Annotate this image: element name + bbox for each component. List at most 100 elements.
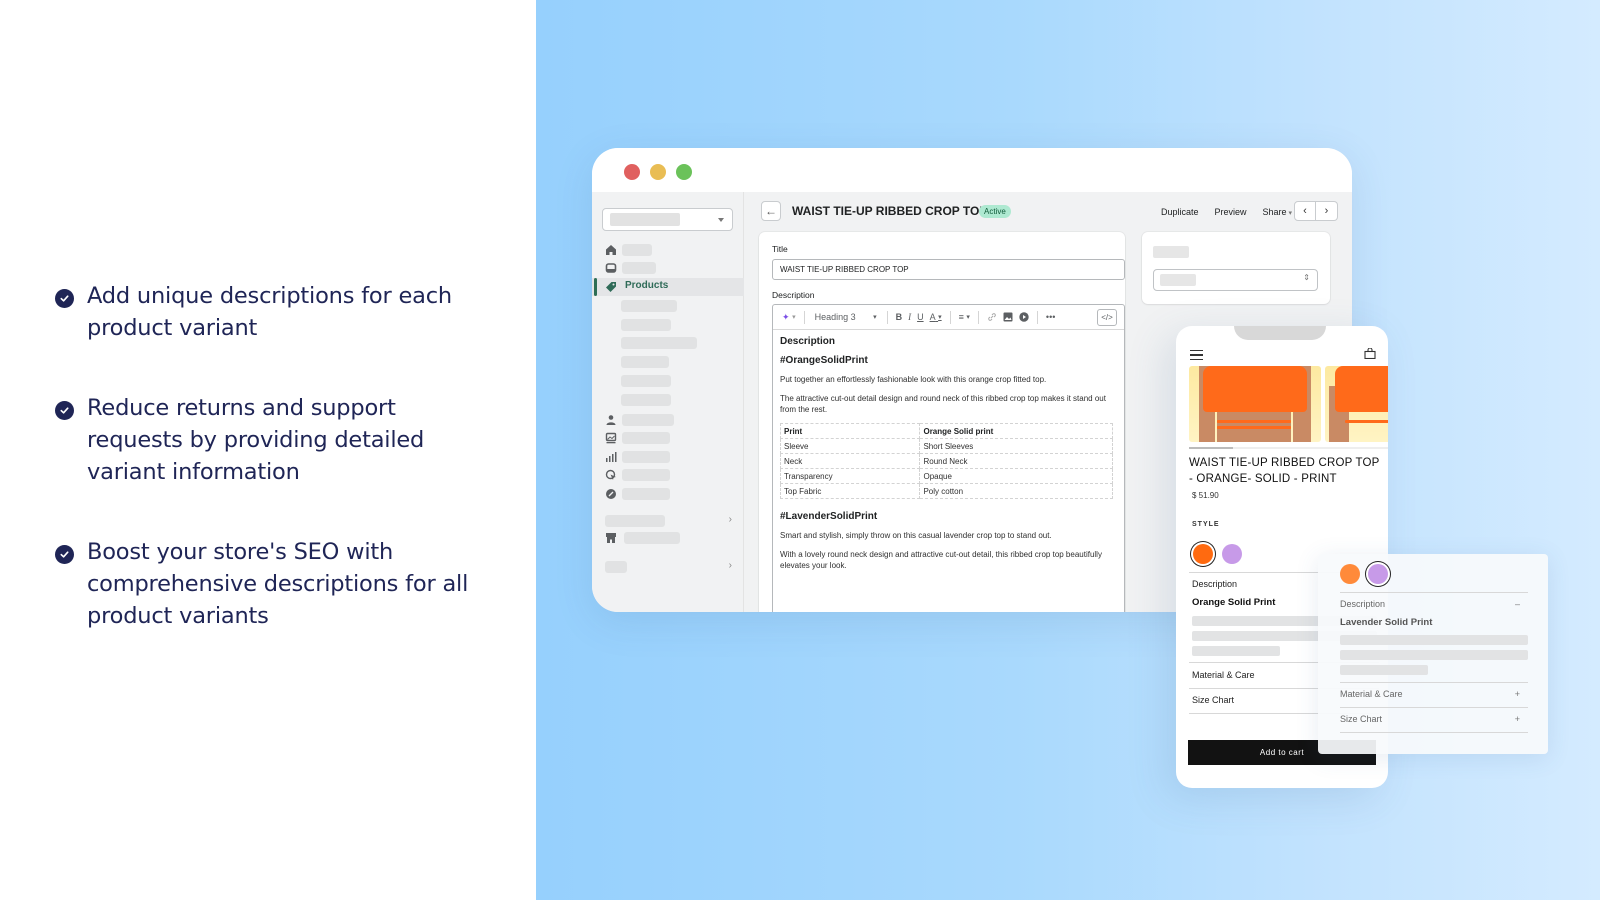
- feature-text: Add unique descriptions for each product…: [87, 283, 452, 341]
- size-chart-accordion[interactable]: Size Chart: [1192, 695, 1234, 705]
- table-row: Print Orange Solid print: [779, 423, 1113, 439]
- material-care-accordion[interactable]: Material & Care: [1192, 670, 1255, 680]
- ai-sparkle-icon[interactable]: ✦ ▾: [782, 309, 796, 325]
- store-selector[interactable]: [602, 208, 733, 231]
- sidebar-item-discounts[interactable]: [592, 485, 744, 503]
- sidebar-subitem[interactable]: [592, 334, 744, 352]
- collapse-icon[interactable]: –: [1515, 599, 1520, 609]
- product-title: WAIST TIE-UP RIBBED CROP TOP - ORANGE- S…: [1189, 457, 1380, 485]
- sidebar-item-customers[interactable]: [592, 411, 744, 429]
- admin-sidebar: Products › ›: [592, 192, 744, 612]
- material-care-accordion[interactable]: Material & Care: [1340, 689, 1403, 699]
- swatch-orange[interactable]: [1340, 564, 1360, 584]
- status-value-placeholder: [1160, 274, 1196, 286]
- header-actions: Duplicate Preview Share: [1161, 207, 1292, 217]
- swatch-orange[interactable]: [1193, 544, 1213, 564]
- status-select[interactable]: ⇕: [1153, 269, 1318, 291]
- sidebar-item-online-store[interactable]: [592, 529, 744, 547]
- variant-description-title: Orange Solid Print: [1192, 597, 1276, 608]
- heading-select[interactable]: Heading 3 ▾: [813, 309, 879, 325]
- product-price: $ 51.90: [1192, 491, 1219, 500]
- minimize-window-button[interactable]: [650, 164, 666, 180]
- sidebar-item-content[interactable]: [592, 429, 744, 447]
- home-icon: [606, 245, 616, 255]
- product-image[interactable]: [1325, 366, 1388, 442]
- arrow-left-icon: ←: [765, 204, 777, 218]
- orders-icon: [605, 263, 617, 273]
- product-image[interactable]: [1189, 366, 1321, 442]
- swatch-lavender[interactable]: [1222, 544, 1242, 564]
- expand-icon[interactable]: +: [1515, 714, 1520, 724]
- code-view-button[interactable]: </>: [1097, 308, 1117, 326]
- phone-notch: [1234, 326, 1326, 340]
- sidebar-item-home[interactable]: [592, 241, 744, 259]
- status-badge: Active: [979, 205, 1011, 218]
- align-button[interactable]: ≡ ▾: [959, 309, 970, 325]
- sidebar-item-orders[interactable]: [592, 259, 744, 277]
- sidebar-section-sales-channels[interactable]: ›: [592, 512, 744, 530]
- next-product-button[interactable]: ›: [1316, 201, 1338, 221]
- editor-toolbar: ✦ ▾ Heading 3 ▾ B I U A ▾ ≡ ▾ ••• </>: [773, 305, 1124, 330]
- bold-button[interactable]: B: [896, 309, 903, 325]
- chevron-right-icon: ›: [1324, 205, 1329, 217]
- image-carousel-scrollbar[interactable]: [1189, 447, 1388, 449]
- back-button[interactable]: ←: [761, 201, 781, 221]
- table-cell: Top Fabric: [779, 483, 921, 499]
- chevron-right-icon: ›: [728, 560, 732, 571]
- table-cell: Print: [779, 423, 921, 439]
- editor-content[interactable]: Description #OrangeSolidPrint Put togeth…: [773, 330, 1124, 585]
- shopping-bag-icon[interactable]: [1364, 347, 1376, 362]
- size-chart-accordion[interactable]: Size Chart: [1340, 714, 1382, 724]
- sidebar-subitem[interactable]: [592, 297, 744, 315]
- feature-item: Add unique descriptions for each product…: [55, 280, 475, 344]
- sidebar-item-products[interactable]: Products: [592, 278, 744, 296]
- toolbar-divider: [1036, 310, 1038, 324]
- image-icon[interactable]: [1003, 309, 1013, 325]
- maximize-window-button[interactable]: [676, 164, 692, 180]
- content-heading: Description: [780, 336, 836, 347]
- text-placeholder: [1340, 635, 1528, 645]
- close-window-button[interactable]: [624, 164, 640, 180]
- toolbar-divider: [886, 310, 888, 324]
- title-input[interactable]: WAIST TIE-UP RIBBED CROP TOP: [772, 259, 1125, 280]
- status-card: ⇕: [1142, 232, 1330, 304]
- description-accordion-label[interactable]: Description: [1340, 599, 1385, 609]
- sidebar-item-marketing[interactable]: [592, 466, 744, 484]
- expand-icon[interactable]: +: [1515, 689, 1520, 699]
- paragraph: With a lovely round neck design and attr…: [780, 550, 1102, 570]
- marketing-icon: [605, 469, 616, 480]
- sidebar-subitem[interactable]: [592, 316, 744, 334]
- sidebar-subitem[interactable]: [592, 353, 744, 371]
- feature-item: Reduce returns and support requests by p…: [55, 392, 475, 488]
- swatch-lavender[interactable]: [1368, 564, 1388, 584]
- sidebar-subitem[interactable]: [592, 391, 744, 409]
- italic-button[interactable]: I: [908, 309, 911, 325]
- style-label: STYLE: [1192, 521, 1220, 528]
- paragraph: Put together an effortlessly fashionable…: [780, 375, 1047, 384]
- underline-button[interactable]: U: [917, 309, 924, 325]
- table-cell: Orange Solid print: [919, 423, 1113, 439]
- sidebar-item-analytics[interactable]: [592, 448, 744, 466]
- toolbar-divider: [977, 310, 979, 324]
- title-label: Title: [772, 244, 788, 254]
- more-options-icon[interactable]: •••: [1046, 309, 1055, 325]
- tag-icon: [606, 282, 616, 292]
- preview-button[interactable]: Preview: [1214, 207, 1246, 217]
- text-color-button[interactable]: A ▾: [930, 309, 942, 325]
- menu-icon[interactable]: [1190, 350, 1203, 360]
- video-icon[interactable]: [1019, 309, 1029, 325]
- status-label-placeholder: [1153, 246, 1189, 258]
- rich-text-editor[interactable]: ✦ ▾ Heading 3 ▾ B I U A ▾ ≡ ▾ ••• </> De…: [772, 304, 1125, 612]
- previous-product-button[interactable]: ‹: [1294, 201, 1316, 221]
- duplicate-button[interactable]: Duplicate: [1161, 207, 1199, 217]
- chevron-right-icon: ›: [728, 514, 732, 525]
- share-button[interactable]: Share: [1263, 207, 1293, 217]
- table-cell: Sleeve: [779, 438, 921, 454]
- description-accordion-label[interactable]: Description: [1192, 579, 1237, 589]
- table-cell: Poly cotton: [919, 483, 1113, 499]
- link-icon[interactable]: [987, 309, 997, 325]
- table-cell: Transparency: [779, 468, 921, 484]
- sidebar-section-apps[interactable]: ›: [592, 558, 744, 576]
- sidebar-subitem[interactable]: [592, 372, 744, 390]
- lavender-variant-card: Description – Lavender Solid Print Mater…: [1318, 554, 1548, 754]
